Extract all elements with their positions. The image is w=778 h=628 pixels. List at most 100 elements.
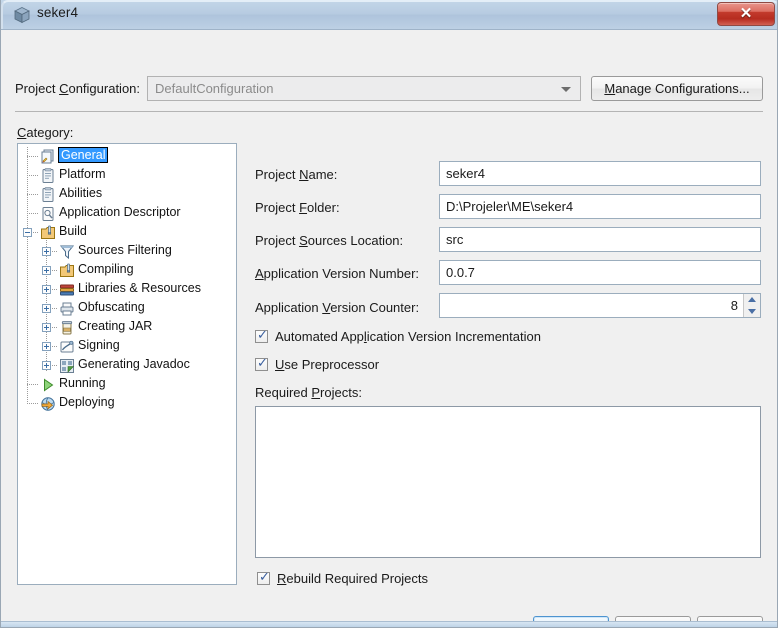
automated-version-increment-checkbox[interactable]: ✓ <box>255 328 268 343</box>
check-icon: ✓ <box>257 356 268 371</box>
tree-expand-icon[interactable] <box>42 285 51 294</box>
project-folder-input[interactable]: D:\Projeler\ME\seker4 <box>439 194 761 219</box>
descriptor-icon <box>40 206 56 222</box>
tree-connector <box>27 175 39 176</box>
tree-connector <box>27 384 39 385</box>
tree-item-label: Build <box>59 224 87 238</box>
tree-item-obfuscating[interactable]: Obfuscating <box>18 299 236 318</box>
spinner-buttons <box>743 294 760 317</box>
tree-connector <box>27 403 39 404</box>
tree-item-libraries-resources[interactable]: Libraries & Resources <box>18 280 236 299</box>
window-title: seker4 <box>37 5 79 20</box>
tree-item-label: Running <box>59 376 106 390</box>
tree-item-label: Compiling <box>78 262 134 276</box>
jar-icon <box>59 320 75 336</box>
tree-expand-icon[interactable] <box>42 323 51 332</box>
close-button[interactable]: ✕ <box>717 2 775 26</box>
rebuild-required-projects-label: Rebuild Required Projects <box>277 571 429 586</box>
tree-item-label: Sources Filtering <box>78 243 172 257</box>
tree-connector <box>27 213 39 214</box>
tree-collapse-icon[interactable] <box>23 228 32 237</box>
project-name-value: seker4 <box>446 166 486 181</box>
project-configuration-label: Project Configuration: <box>15 81 141 96</box>
use-preprocessor-checkbox[interactable]: ✓ <box>255 356 268 371</box>
application-version-counter-value: 8 <box>730 298 738 313</box>
tree-item-abilities[interactable]: Abilities <box>18 185 236 204</box>
libraries-icon <box>59 282 75 298</box>
tree-expand-icon[interactable] <box>42 247 51 256</box>
cube-icon <box>14 7 30 24</box>
tree-expand-icon[interactable] <box>42 361 51 370</box>
spin-up-arrow-icon[interactable] <box>748 297 756 302</box>
automated-version-increment-label: Automated Application Version Incrementa… <box>275 329 541 344</box>
tree-item-label: Generating Javadoc <box>78 357 190 371</box>
obfuscating-icon <box>59 301 75 317</box>
tree-item-label: General <box>57 147 109 163</box>
required-projects-label: Required Projects: <box>255 385 362 400</box>
project-sources-location-input[interactable]: src <box>439 227 761 252</box>
header-separator <box>15 111 763 112</box>
tree-item-generating-javadoc[interactable]: Generating Javadoc <box>18 356 236 375</box>
manage-configurations-button[interactable]: Manage Configurations... <box>591 76 763 101</box>
tree-item-label: Application Descriptor <box>59 205 181 219</box>
build-icon <box>40 225 56 241</box>
category-label: Category: <box>17 125 74 140</box>
close-icon: ✕ <box>739 5 753 22</box>
tree-item-signing[interactable]: Signing <box>18 337 236 356</box>
tree-item-compiling[interactable]: Compiling <box>18 261 236 280</box>
title-bar-bevel <box>1 0 777 29</box>
project-name-label: Project Name: <box>255 167 338 182</box>
check-icon: ✓ <box>259 570 270 585</box>
project-properties-dialog: seker4 ✕ Project Configuration: DefaultC… <box>0 0 778 628</box>
application-version-number-input[interactable]: 0.0.7 <box>439 260 761 285</box>
title-bar: seker4 ✕ <box>1 0 777 30</box>
tree-item-running[interactable]: Running <box>18 375 236 394</box>
status-strip <box>1 621 777 627</box>
tree-connector <box>27 194 39 195</box>
tree-expand-icon[interactable] <box>42 304 51 313</box>
tree-item-application-descriptor[interactable]: Application Descriptor <box>18 204 236 223</box>
project-sources-location-value: src <box>446 232 464 247</box>
platform-icon <box>40 168 56 184</box>
application-version-counter-label: Application Version Counter: <box>255 300 420 315</box>
signing-icon <box>59 339 75 355</box>
project-name-input[interactable]: seker4 <box>439 161 761 186</box>
spin-down-arrow-icon[interactable] <box>748 309 756 314</box>
project-folder-value: D:\Projeler\ME\seker4 <box>446 199 574 214</box>
category-tree[interactable]: General Platform Abilities Application Desc… <box>17 143 237 585</box>
javadoc-icon <box>59 358 75 374</box>
tree-item-label: Libraries & Resources <box>78 281 201 295</box>
tree-expand-icon[interactable] <box>42 342 51 351</box>
tree-item-creating-jar[interactable]: Creating JAR <box>18 318 236 337</box>
project-folder-label: Project Folder: <box>255 200 340 215</box>
tree-item-general[interactable]: General <box>18 147 236 166</box>
use-preprocessor-label: Use Preprocessor <box>275 357 380 372</box>
check-icon: ✓ <box>257 328 268 343</box>
project-configuration-value: DefaultConfiguration <box>155 81 274 96</box>
tree-item-label: Platform <box>59 167 106 181</box>
tree-item-label: Signing <box>78 338 120 352</box>
tree-item-label: Obfuscating <box>78 300 145 314</box>
tree-item-sources-filtering[interactable]: Sources Filtering <box>18 242 236 261</box>
general-icon <box>40 149 56 165</box>
application-version-counter-spinner[interactable]: 8 <box>439 293 761 318</box>
tree-item-label: Creating JAR <box>78 319 153 333</box>
rebuild-required-projects-checkbox[interactable]: ✓ <box>257 570 270 585</box>
tree-item-build[interactable]: Build <box>18 223 236 242</box>
abilities-icon <box>40 187 56 203</box>
tree-item-label: Deploying <box>59 395 115 409</box>
project-sources-location-label: Project Sources Location: <box>255 233 404 248</box>
chevron-down-icon <box>561 87 571 92</box>
running-icon <box>40 377 56 393</box>
required-projects-list[interactable] <box>255 406 761 558</box>
tree-expand-icon[interactable] <box>42 266 51 275</box>
filter-icon <box>59 244 75 260</box>
compiling-icon <box>59 263 75 279</box>
application-version-number-label: Application Version Number: <box>255 266 420 281</box>
application-version-number-value: 0.0.7 <box>446 265 475 280</box>
project-configuration-combobox[interactable]: DefaultConfiguration <box>147 76 581 101</box>
tree-item-platform[interactable]: Platform <box>18 166 236 185</box>
tree-connector <box>27 156 39 157</box>
tree-item-label: Abilities <box>59 186 103 200</box>
tree-item-deploying[interactable]: Deploying <box>18 394 236 413</box>
